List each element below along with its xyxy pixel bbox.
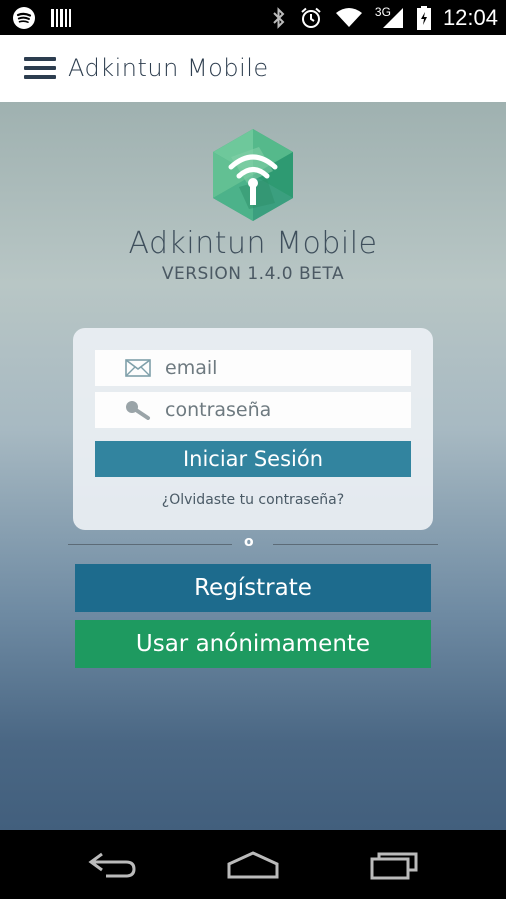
spotify-icon (12, 6, 36, 30)
login-button[interactable]: Iniciar Sesión (95, 441, 411, 477)
back-icon[interactable] (88, 850, 138, 884)
adkintun-hexagon-logo (213, 129, 293, 221)
signal-indicator: 3G (374, 5, 405, 30)
status-clock: 12:04 (442, 5, 498, 30)
password-field[interactable] (95, 392, 411, 428)
alarm-icon (299, 6, 323, 30)
divider-label: o (244, 534, 254, 550)
home-icon[interactable] (226, 850, 280, 884)
envelope-icon (125, 359, 165, 377)
email-input[interactable] (165, 357, 395, 379)
anonymous-button[interactable]: Usar anónimamente (75, 620, 431, 668)
key-icon (125, 400, 165, 420)
password-input[interactable] (165, 399, 395, 421)
divider-line-right (273, 544, 438, 545)
recent-apps-icon[interactable] (370, 850, 420, 884)
bluetooth-icon (271, 6, 287, 30)
brand-title: Adkintun Mobile (128, 226, 378, 261)
wifi-icon (335, 6, 363, 30)
status-bar: 3G 12:04 (0, 0, 506, 35)
divider-line-left (68, 544, 232, 545)
hamburger-menu-icon[interactable] (24, 57, 56, 79)
network-type-label: 3G (374, 5, 391, 19)
navigation-bar (0, 830, 506, 899)
or-divider: o (68, 534, 438, 550)
login-screen: Adkintun Mobile VERSION 1.4.0 BETA In (0, 102, 506, 830)
barcode-icon (50, 7, 72, 29)
login-card: Iniciar Sesión ¿Olvidaste tu contraseña? (73, 328, 433, 530)
app-bar-title: Adkintun Mobile (68, 54, 269, 82)
app-bar: Adkintun Mobile (0, 35, 506, 102)
battery-icon (416, 6, 431, 30)
register-button[interactable]: Regístrate (75, 564, 431, 612)
version-label: VERSION 1.4.0 BETA (161, 264, 345, 284)
forgot-password-link[interactable]: ¿Olvidaste tu contraseña? (73, 492, 433, 508)
email-field[interactable] (95, 350, 411, 386)
